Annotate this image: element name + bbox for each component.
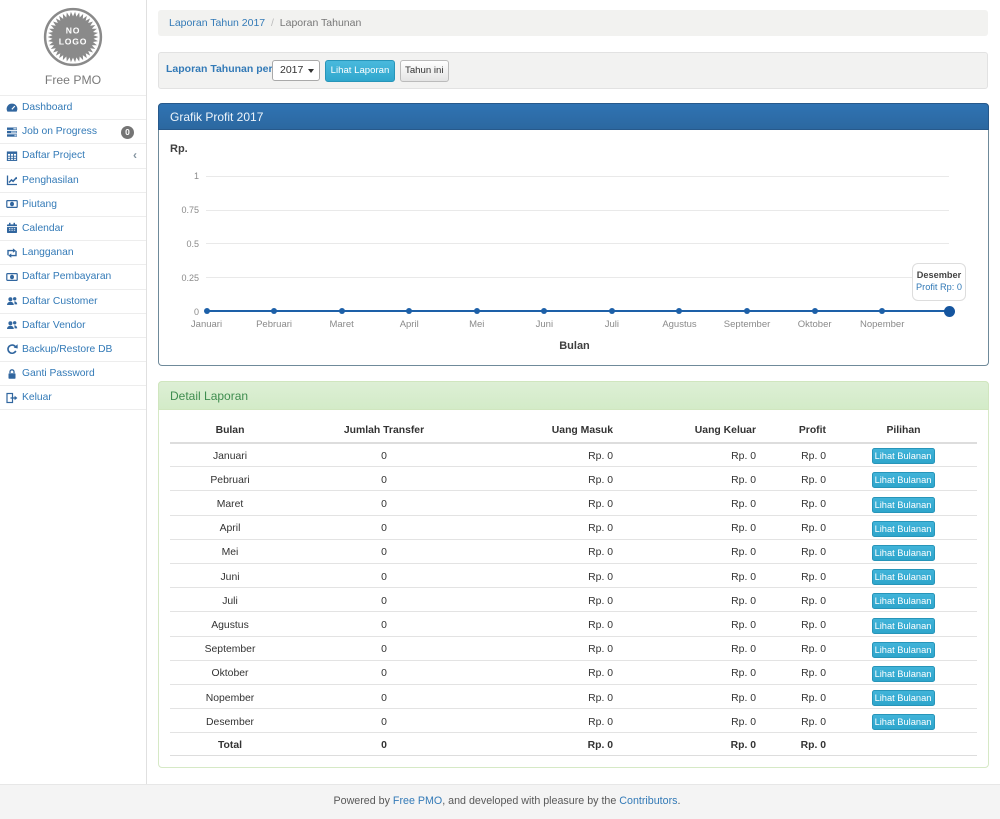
svg-text:LOGO: LOGO	[59, 37, 88, 47]
svg-text:NO: NO	[66, 26, 81, 36]
